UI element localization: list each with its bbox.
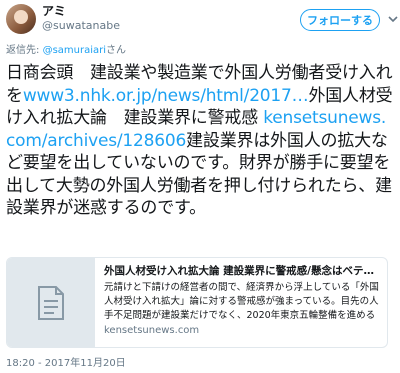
tweet-text: 日商会頭 建設業や製造業で外国人労働者受け入れをwww3.nhk.or.jp/n… (6, 62, 394, 220)
card-domain: kensetsunews.com (104, 325, 200, 336)
link-card[interactable]: 外国人材受け入れ拡大論 建設業界に警戒感/懸念はベテランの… 元請けと下請けの経… (6, 257, 388, 348)
reply-to: 返信先: @samuraiariさん (6, 41, 126, 56)
card-title[interactable]: 外国人材受け入れ拡大論 建設業界に警戒感/懸念はベテランの… (104, 264, 382, 278)
display-name[interactable]: アミ (42, 4, 120, 19)
user-handle[interactable]: @suwatanabe (42, 19, 120, 33)
card-thumbnail[interactable] (7, 258, 95, 347)
card-description: 元請けと下請けの経営者の間で、経済界から浮上している「外国人材受け入れ拡大」論に… (104, 282, 379, 321)
tweet: アミ @suwatanabe フォローする 返信先: @samuraiariさん… (0, 0, 400, 373)
tweet-link-nhk[interactable]: www3.nhk.or.jp/news/html/2017… (23, 86, 309, 106)
timestamp[interactable]: 18:20 - 2017年11月20日 (6, 354, 126, 369)
follow-button[interactable]: フォローする (300, 9, 380, 31)
document-icon (38, 285, 64, 320)
reply-mention-link[interactable]: @samuraiari (43, 45, 106, 56)
avatar[interactable] (6, 4, 36, 34)
card-text[interactable]: 外国人材受け入れ拡大論 建設業界に警戒感/懸念はベテランの… 元請けと下請けの経… (104, 264, 382, 336)
reply-to-prefix: 返信先: (6, 45, 43, 56)
user-names[interactable]: アミ @suwatanabe (42, 4, 120, 33)
tweet-header: アミ @suwatanabe フォローする (6, 4, 398, 34)
chevron-down-icon[interactable] (386, 12, 400, 26)
reply-to-suffix: さん (106, 45, 127, 56)
